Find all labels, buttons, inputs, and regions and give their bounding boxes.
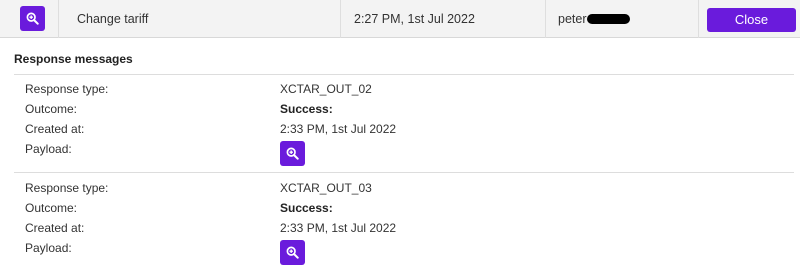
payload-label: Payload: [25, 241, 72, 255]
view-payload-button[interactable] [280, 141, 305, 166]
outcome-label: Outcome: [25, 201, 78, 215]
request-action: Change tariff [77, 12, 149, 26]
created-at-label: Created at: [25, 122, 85, 136]
created-at-label: Created at: [25, 221, 85, 235]
zoom-in-icon [286, 147, 299, 160]
response-type-value: XCTAR_OUT_02 [280, 82, 372, 96]
created-at-value: 2:33 PM, 1st Jul 2022 [280, 221, 397, 235]
redacted-block [586, 14, 630, 24]
created-at-value: 2:33 PM, 1st Jul 2022 [280, 122, 397, 136]
column-divider [545, 0, 546, 38]
response-type-label: Response type: [25, 181, 109, 195]
response-type-label: Response type: [25, 82, 109, 96]
close-button[interactable]: Close [707, 8, 796, 32]
divider [14, 172, 794, 173]
column-divider [58, 0, 59, 38]
request-user: peter [558, 0, 630, 38]
column-divider [698, 0, 699, 38]
request-timestamp: 2:27 PM, 1st Jul 2022 [354, 12, 475, 26]
outcome-value: Success: [280, 102, 333, 116]
column-divider [340, 0, 341, 38]
response-messages-title: Response messages [14, 52, 133, 66]
view-payload-button[interactable] [280, 240, 305, 265]
outcome-label: Outcome: [25, 102, 78, 116]
outcome-value: Success: [280, 201, 333, 215]
divider [14, 74, 794, 75]
request-row: Change tariff 2:27 PM, 1st Jul 2022 pete… [0, 0, 800, 38]
zoom-in-icon [26, 12, 39, 25]
payload-label: Payload: [25, 142, 72, 156]
user-name: peter [558, 12, 587, 26]
view-request-button[interactable] [20, 6, 45, 31]
zoom-in-icon [286, 246, 299, 259]
response-type-value: XCTAR_OUT_03 [280, 181, 372, 195]
request-detail-panel: Change tariff 2:27 PM, 1st Jul 2022 pete… [0, 0, 800, 267]
